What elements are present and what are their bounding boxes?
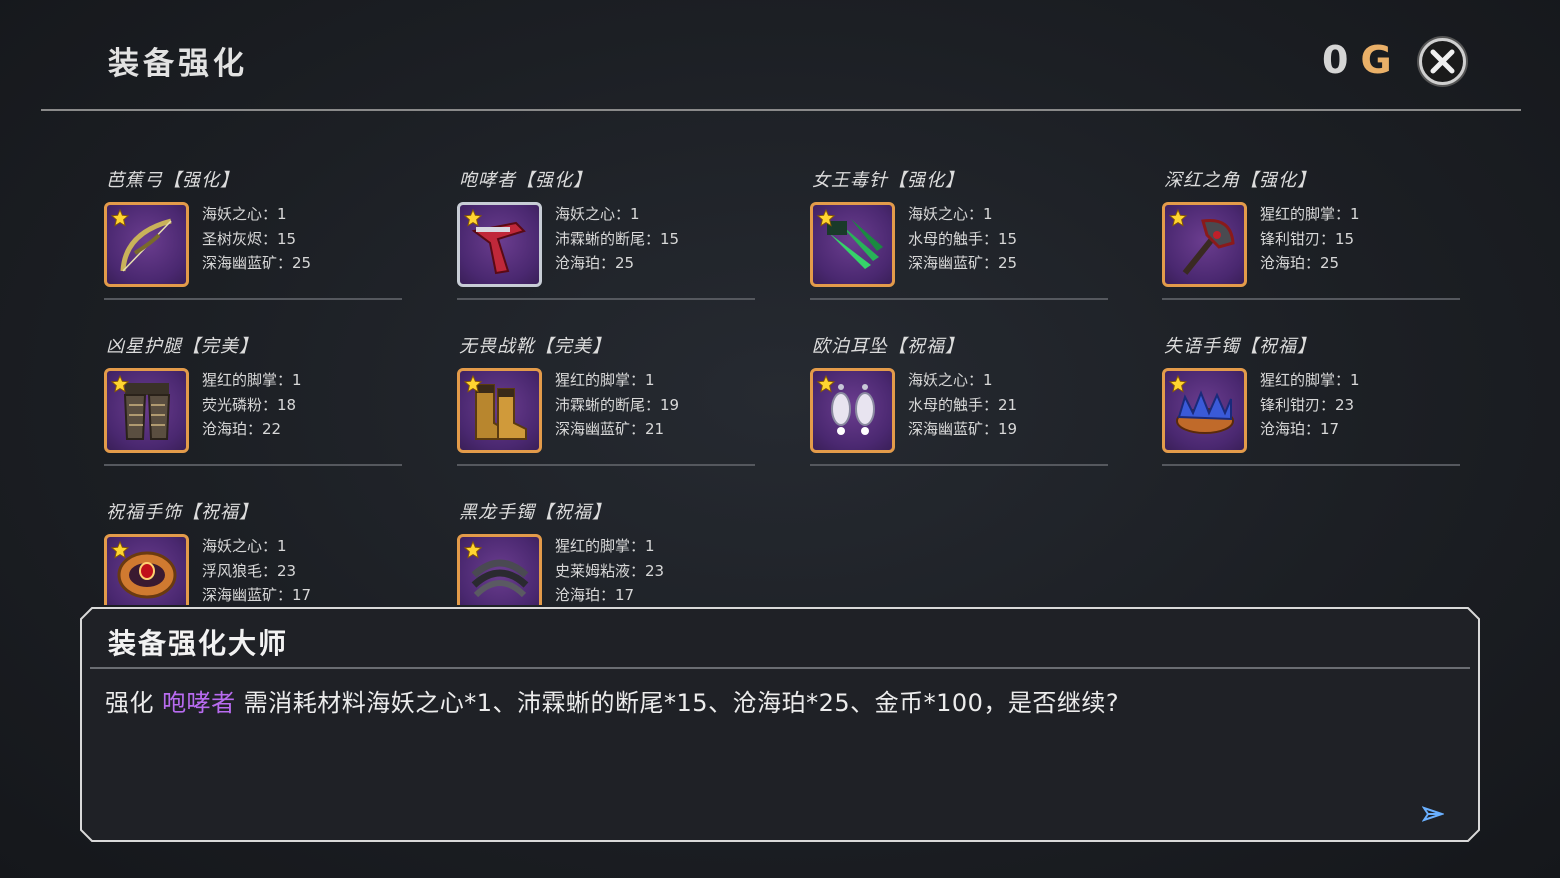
earrings-icon[interactable] (810, 368, 895, 453)
material-line: 深海幽蓝矿：25 (202, 254, 312, 272)
material-line: 海妖之心：1 (202, 537, 287, 555)
message-suffix: 需消耗材料海妖之心*1、沛霖蜥的断尾*15、沧海珀*25、金币*100，是否继续… (235, 689, 1120, 717)
dialog-divider (90, 667, 1470, 669)
dragon-bracelet-icon[interactable] (457, 534, 542, 605)
crown-bracelet-icon[interactable] (1162, 368, 1247, 453)
dialog-message: 强化 咆哮者 需消耗材料海妖之心*1、沛霖蜥的断尾*15、沧海珀*25、金币*1… (105, 683, 1119, 718)
material-line: 沧海珀：25 (1260, 254, 1340, 272)
item-name: 失语手镯【祝福】 (1164, 336, 1316, 357)
item-divider (104, 298, 402, 300)
item-divider (457, 298, 755, 300)
close-icon (1430, 49, 1455, 74)
dialog-speaker: 装备强化大师 (108, 627, 289, 660)
pistol-icon[interactable] (457, 202, 542, 287)
material-line: 深海幽蓝矿：25 (908, 254, 1018, 272)
material-line: 海妖之心：1 (908, 371, 993, 389)
material-line: 猩红的脚掌：1 (555, 537, 655, 555)
item-card[interactable]: 女王毒针【强化】 海妖之心：1 水母的触手：15 深海幽蓝矿：25 (810, 150, 1108, 300)
material-line: 锋利钳刃：23 (1260, 395, 1355, 414)
material-line: 沧海珀：17 (555, 586, 635, 604)
material-line: 史莱姆粘液：23 (555, 561, 665, 580)
item-card[interactable]: 失语手镯【祝福】 猩红的脚掌：1 锋利钳刃：23 沧海珀：17 (1162, 316, 1460, 466)
item-divider (810, 298, 1108, 300)
item-name: 咆哮者【强化】 (459, 170, 592, 191)
item-name: 凶星护腿【完美】 (106, 336, 258, 357)
boots-icon[interactable] (457, 368, 542, 453)
material-line: 海妖之心：1 (202, 205, 287, 223)
material-line: 猩红的脚掌：1 (1260, 205, 1360, 223)
material-line: 锋利钳刃：15 (1260, 229, 1355, 248)
ruby-bracelet-icon[interactable] (104, 534, 189, 605)
bow-icon[interactable] (104, 202, 189, 287)
item-card[interactable]: 无畏战靴【完美】 猩红的脚掌：1 沛霖蜥的断尾：19 深海幽蓝矿：21 (457, 316, 755, 466)
close-button[interactable] (1419, 38, 1466, 85)
item-card[interactable]: 祝福手饰【祝福】 海妖之心：1 浮风狼毛：23 深海幽蓝矿：17 (104, 482, 402, 605)
item-divider (810, 464, 1108, 466)
dialog-box[interactable] (80, 607, 1480, 842)
claws-icon[interactable] (810, 202, 895, 287)
item-card[interactable]: 咆哮者【强化】 海妖之心：1 沛霖蜥的断尾：15 沧海珀：25 (457, 150, 755, 300)
axe-icon[interactable] (1162, 202, 1247, 287)
item-divider (457, 464, 755, 466)
material-line: 沧海珀：25 (555, 254, 635, 272)
material-line: 圣树灰烬：15 (202, 229, 297, 248)
material-line: 深海幽蓝矿：17 (202, 586, 312, 604)
item-name: 欧泊耳坠【祝福】 (812, 336, 964, 357)
message-item-name: 咆哮者 (162, 689, 236, 717)
material-line: 猩红的脚掌：1 (555, 371, 655, 389)
item-name: 祝福手饰【祝福】 (106, 502, 258, 523)
gold-unit: G (1360, 38, 1394, 82)
material-line: 浮风狼毛：23 (202, 561, 297, 580)
item-name: 无畏战靴【完美】 (459, 336, 611, 357)
item-divider (104, 464, 402, 466)
material-line: 水母的触手：21 (908, 395, 1018, 414)
material-line: 深海幽蓝矿：21 (555, 420, 665, 438)
message-prefix: 强化 (105, 689, 163, 717)
item-card[interactable]: 深红之角【强化】 猩红的脚掌：1 锋利钳刃：15 沧海珀：25 (1162, 150, 1460, 300)
header-divider (41, 109, 1521, 111)
leggings-icon[interactable] (104, 368, 189, 453)
material-line: 荧光磷粉：18 (202, 395, 297, 414)
material-line: 猩红的脚掌：1 (1260, 371, 1360, 389)
next-arrow-icon[interactable] (1422, 806, 1444, 822)
item-grid[interactable]: 芭蕉弓【强化】 海妖之心：1 圣树灰烬：15 深海幽蓝矿：25 咆哮者【强化】 … (0, 150, 1560, 605)
material-line: 海妖之心：1 (908, 205, 993, 223)
material-line: 海妖之心：1 (555, 205, 640, 223)
item-card[interactable]: 芭蕉弓【强化】 海妖之心：1 圣树灰烬：15 深海幽蓝矿：25 (104, 150, 402, 300)
item-card[interactable]: 欧泊耳坠【祝福】 海妖之心：1 水母的触手：21 深海幽蓝矿：19 (810, 316, 1108, 466)
material-line: 沧海珀：17 (1260, 420, 1340, 438)
material-line: 猩红的脚掌：1 (202, 371, 302, 389)
gold-amount: 0 (1322, 38, 1351, 82)
material-line: 深海幽蓝矿：19 (908, 420, 1018, 438)
item-divider (1162, 298, 1460, 300)
item-card[interactable]: 凶星护腿【完美】 猩红的脚掌：1 荧光磷粉：18 沧海珀：22 (104, 316, 402, 466)
material-line: 水母的触手：15 (908, 229, 1018, 248)
gold-counter: 0G (1322, 38, 1394, 82)
material-line: 沛霖蜥的断尾：19 (555, 395, 680, 414)
item-card[interactable]: 黑龙手镯【祝福】 猩红的脚掌：1 史莱姆粘液：23 沧海珀：17 (457, 482, 755, 605)
item-name: 女王毒针【强化】 (812, 170, 964, 191)
item-name: 黑龙手镯【祝福】 (459, 502, 611, 523)
material-line: 沛霖蜥的断尾：15 (555, 229, 680, 248)
item-name: 深红之角【强化】 (1164, 170, 1316, 191)
item-divider (1162, 464, 1460, 466)
item-name: 芭蕉弓【强化】 (106, 170, 239, 191)
material-line: 沧海珀：22 (202, 420, 282, 438)
page-title: 装备强化 (108, 46, 248, 82)
